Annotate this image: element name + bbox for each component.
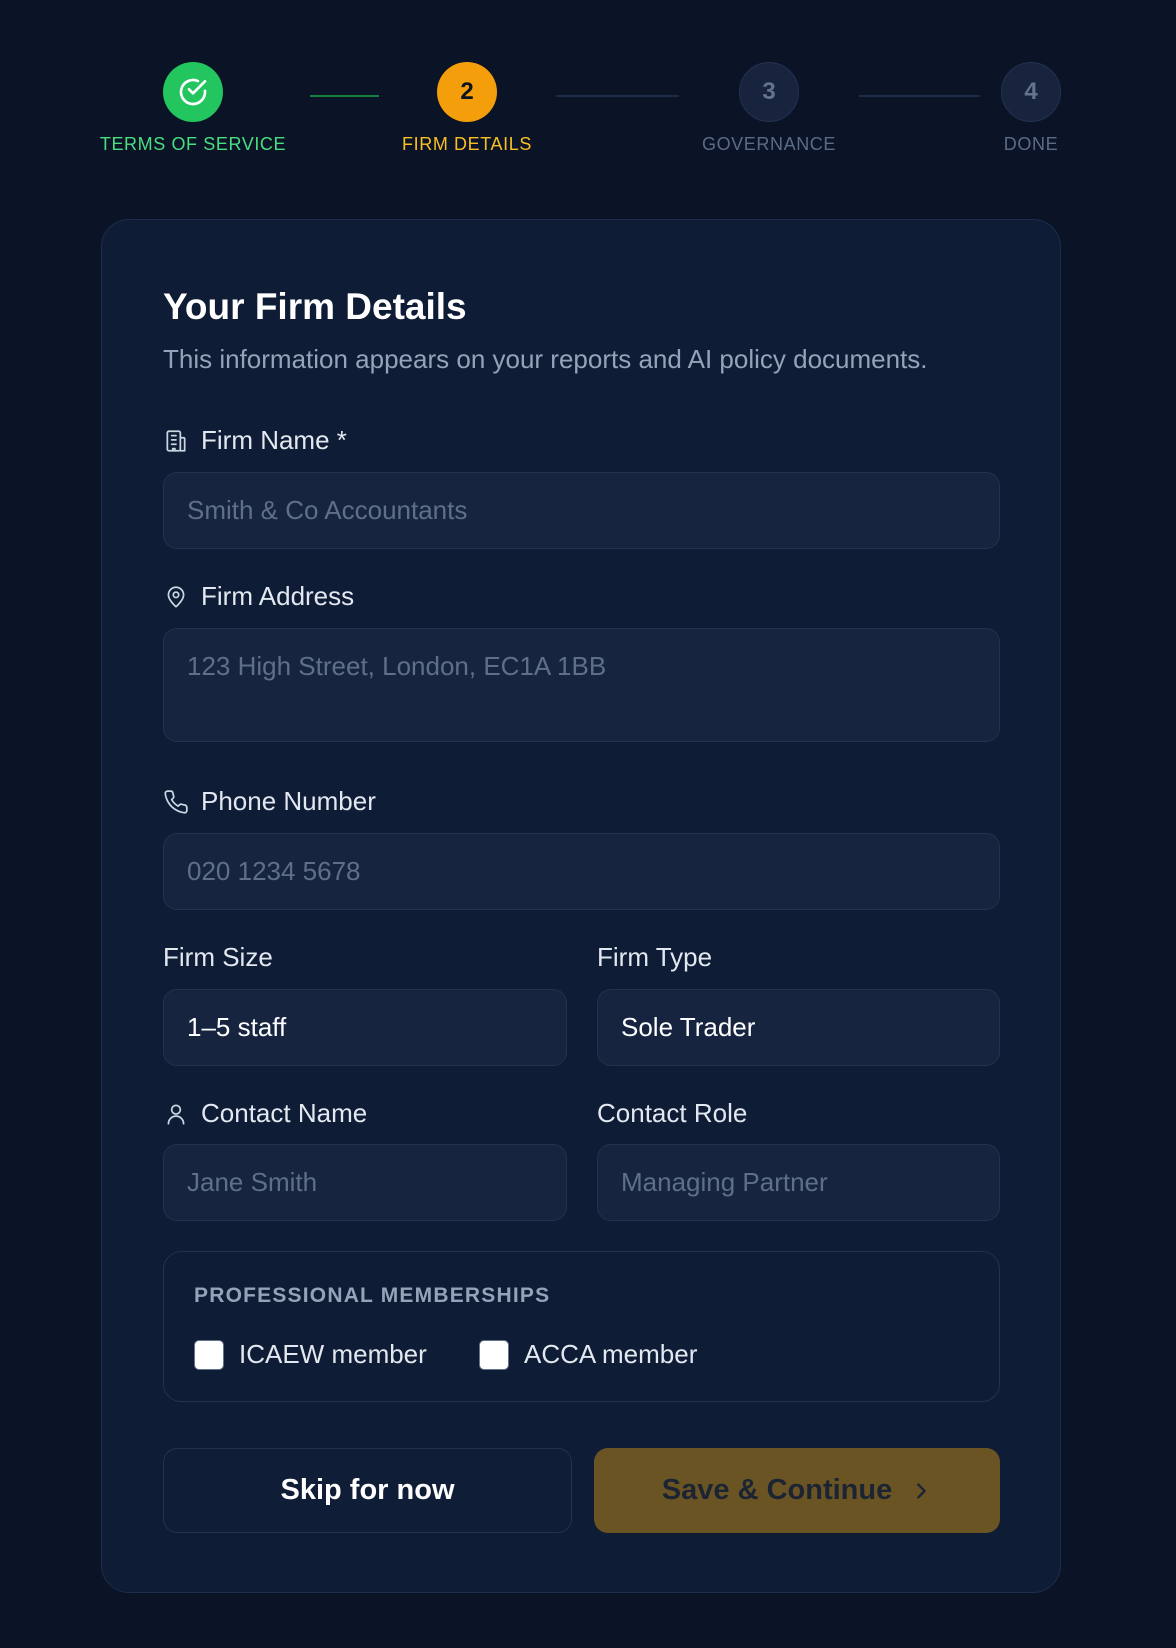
acca-member-checkbox[interactable] [479,1339,509,1370]
contact-role-input[interactable]: Managing Partner [597,1144,1000,1221]
firm-type-value: Sole Trader [621,1012,756,1042]
page-subtitle: This information appears on your reports… [163,344,928,374]
professional-memberships-panel: PROFESSIONAL MEMBERSHIPS ICAEW member AC… [163,1251,1000,1402]
page-title: Your Firm Details [163,286,467,327]
firm-size-label: Firm Size [163,942,273,973]
contact-role-label-text: Contact Role [597,1098,748,1128]
firm-address-placeholder: 123 High Street, London, EC1A 1BB [187,651,607,681]
step-governance: 3 GOVERNANCE [649,62,889,155]
phone-number-label: Phone Number [163,786,376,817]
check-circle-icon [179,78,207,106]
step-label: TERMS OF SERVICE [99,134,287,154]
step-circle: 4 [1001,62,1061,122]
chevron-right-icon [917,1482,927,1499]
firm-size-label-text: Firm Size [163,942,273,972]
contact-name-placeholder: Jane Smith [187,1167,318,1197]
phone-number-placeholder: 020 1234 5678 [187,856,361,886]
contact-role-label: Contact Role [597,1098,747,1129]
step-done: 4 DONE [911,62,1151,155]
save-continue-button[interactable]: Save & Continue [594,1448,1000,1533]
firm-address-label: Firm Address [163,581,354,612]
firm-name-label-text: Firm Name * [201,425,347,455]
memberships-title: PROFESSIONAL MEMBERSHIPS [194,1284,551,1307]
building-icon [166,429,186,452]
icaew-member-option[interactable]: ICAEW member [194,1339,427,1370]
firm-address-textarea[interactable]: 123 High Street, London, EC1A 1BB [163,628,1000,742]
step-terms-of-service: TERMS OF SERVICE [73,62,313,155]
firm-type-label-text: Firm Type [597,942,713,972]
firm-type-label: Firm Type [597,942,712,973]
firm-name-placeholder: Smith & Co Accountants [187,495,468,525]
contact-name-label: Contact Name [163,1098,367,1129]
firm-type-select[interactable]: Sole Trader [597,989,1000,1066]
progress-stepper: TERMS OF SERVICE 2 FIRM DETAILS 3 GOVERN… [0,0,1176,170]
step-firm-details: 2 FIRM DETAILS [347,62,587,155]
contact-name-label-text: Contact Name [201,1098,368,1128]
step-circle: 2 [437,62,497,122]
save-button-label: Save & Continue [661,1474,893,1506]
step-label: DONE [1003,134,1059,154]
icaew-member-label: ICAEW member [239,1339,427,1369]
firm-size-select[interactable]: 1–5 staff [163,989,567,1066]
firm-details-card: Your Firm Details This information appea… [101,219,1061,1593]
map-pin-icon [167,585,185,608]
step-circle [163,62,223,122]
firm-size-value: 1–5 staff [187,1012,287,1042]
acca-member-option[interactable]: ACCA member [479,1339,697,1370]
user-icon [167,1103,185,1125]
phone-number-label-text: Phone Number [201,786,376,816]
firm-name-input[interactable]: Smith & Co Accountants [163,472,1000,549]
acca-member-label: ACCA member [524,1339,698,1369]
skip-button[interactable]: Skip for now [163,1448,572,1533]
step-circle: 3 [739,62,799,122]
contact-name-input[interactable]: Jane Smith [163,1144,567,1221]
step-label: GOVERNANCE [701,134,837,154]
icaew-member-checkbox[interactable] [194,1339,224,1370]
step-label: FIRM DETAILS [402,134,532,154]
phone-number-input[interactable]: 020 1234 5678 [163,833,1000,910]
firm-address-label-text: Firm Address [201,581,355,611]
phone-icon [164,789,188,814]
skip-button-label: Skip for now [280,1474,455,1506]
firm-name-label: Firm Name * [163,425,347,456]
contact-role-placeholder: Managing Partner [621,1167,828,1197]
